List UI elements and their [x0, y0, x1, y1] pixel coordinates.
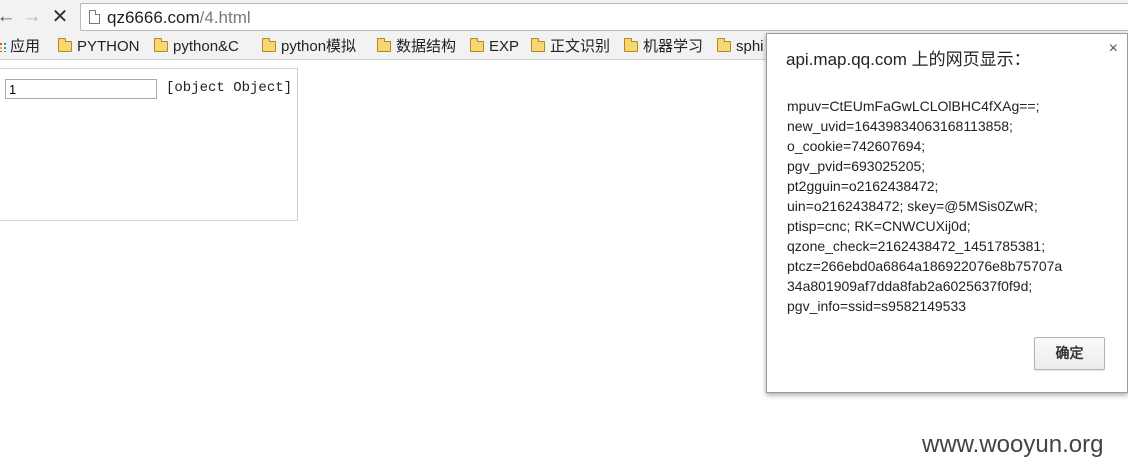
- folder-icon: [531, 38, 545, 52]
- bookmark-apps[interactable]: 应用: [0, 37, 40, 57]
- bookmark-folder-data-structures[interactable]: 数据结构: [377, 37, 456, 57]
- message-line: uin=o2162438472; skey=@5MSis0ZwR;: [787, 198, 1038, 214]
- bookmark-label: 数据结构: [396, 38, 457, 55]
- back-arrow-icon[interactable]: ←: [0, 7, 16, 27]
- bookmark-folder-exp[interactable]: EXP: [470, 37, 519, 57]
- bookmark-folder-python-c[interactable]: python&C: [154, 37, 239, 57]
- url-path: /4.html: [199, 8, 251, 27]
- message-line: new_uvid=16439834063168113858;: [787, 118, 1013, 134]
- folder-icon: [624, 38, 638, 52]
- dialog-title: api.map.qq.com 上的网页显示：: [786, 50, 1031, 69]
- url-domain: qz6666.com: [107, 8, 200, 27]
- folder-icon: [470, 38, 484, 52]
- message-line: o_cookie=742607694;: [787, 138, 926, 154]
- message-line: 34a801909af7dda8fab2a6025637f0f9d;: [787, 278, 1033, 294]
- close-icon[interactable]: ×: [1109, 40, 1118, 58]
- bookmark-label: PYTHON: [77, 38, 140, 55]
- bookmark-folder-python[interactable]: PYTHON: [58, 37, 140, 57]
- message-line: pgv_pvid=693025205;: [787, 158, 926, 174]
- ok-button[interactable]: 确定: [1034, 337, 1105, 370]
- page-icon: [89, 10, 100, 24]
- folder-icon: [58, 38, 72, 52]
- bookmark-label: python模拟: [281, 38, 357, 55]
- apps-grid-icon: [0, 43, 6, 52]
- url-text: qz6666.com/4.html: [107, 8, 251, 28]
- bookmark-label: EXP: [489, 38, 520, 55]
- value-input[interactable]: [5, 79, 157, 99]
- message-line: ptcz=266ebd0a6864a186922076e8b75707a: [787, 258, 1063, 274]
- bookmark-folder-text-recognition[interactable]: 正文识别: [531, 37, 610, 57]
- bookmark-label: 机器学习: [643, 38, 704, 55]
- stop-icon[interactable]: ✕: [50, 7, 70, 27]
- watermark-text: www.wooyun.org: [922, 431, 1104, 458]
- message-line: qzone_check=2162438472_1451785381;: [787, 238, 1046, 254]
- message-line: pt2gguin=o2162438472;: [787, 178, 939, 194]
- bookmark-folder-python-sim[interactable]: python模拟: [262, 37, 356, 57]
- browser-toolbar: ← → ✕ qz6666.com/4.html: [0, 0, 1128, 35]
- message-line: mpuv=CtEUmFaGwLCLOlBHC4fXAg==;: [787, 98, 1040, 114]
- bookmark-folder-machine-learning[interactable]: 机器学习: [624, 37, 703, 57]
- folder-icon: [377, 38, 391, 52]
- forward-arrow-icon[interactable]: →: [22, 7, 42, 27]
- output-text: [object Object]: [166, 80, 293, 96]
- bookmark-label: 正文识别: [550, 38, 611, 55]
- bookmark-folder-sphi[interactable]: sphi: [717, 37, 764, 57]
- message-line: ptisp=cnc; RK=CNWCUXij0d;: [787, 218, 971, 234]
- folder-icon: [154, 38, 168, 52]
- dialog-message: mpuv=CtEUmFaGwLCLOlBHC4fXAg==; new_uvid=…: [787, 96, 1109, 316]
- message-line: pgv_info=ssid=s9582149533: [787, 298, 967, 314]
- bookmark-label: 应用: [10, 38, 41, 55]
- alert-dialog: × api.map.qq.com 上的网页显示： mpuv=CtEUmFaGwL…: [766, 33, 1128, 393]
- address-bar[interactable]: qz6666.com/4.html: [80, 3, 1128, 31]
- folder-icon: [717, 38, 731, 52]
- bookmark-label: sphi: [736, 38, 764, 55]
- folder-icon: [262, 38, 276, 52]
- bookmark-label: python&C: [173, 38, 239, 55]
